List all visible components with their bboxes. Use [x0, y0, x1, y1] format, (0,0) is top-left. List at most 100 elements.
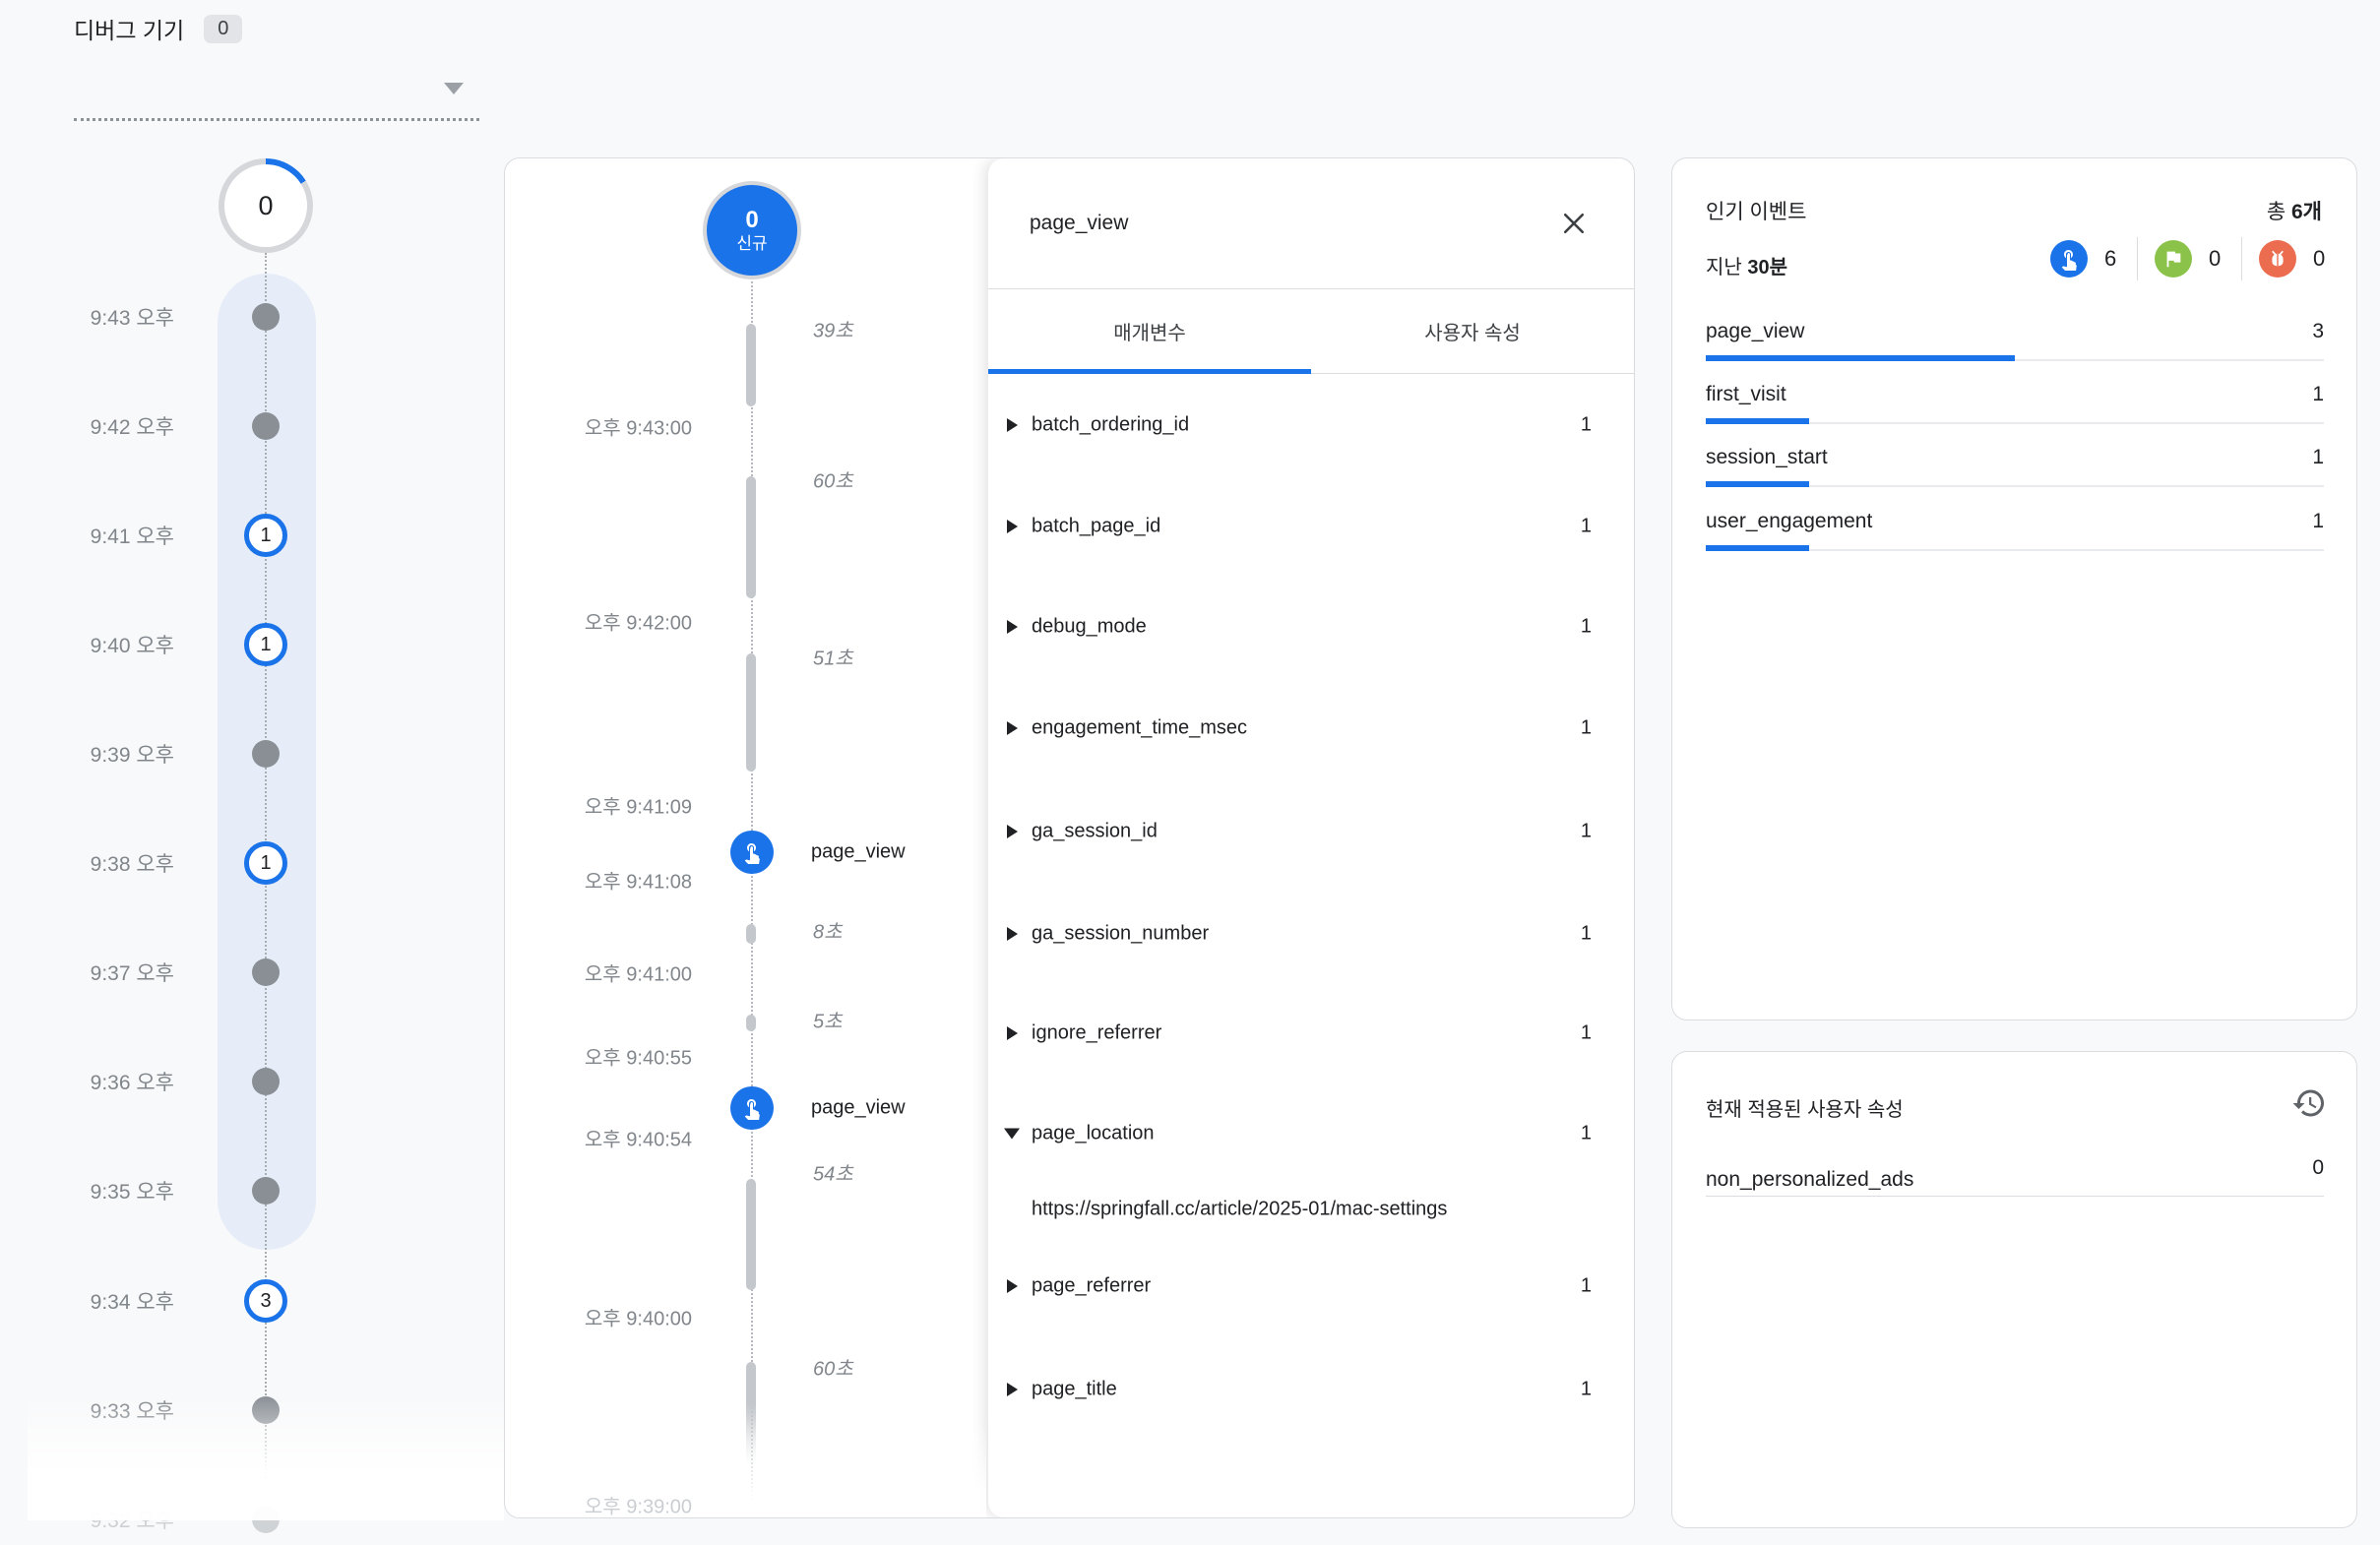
device-select[interactable] — [74, 47, 479, 121]
timeline-event-count-badge[interactable]: 1 — [244, 841, 287, 885]
stream-timestamp: 오후 9:41:00 — [505, 958, 692, 987]
new-events-count: 0 — [745, 207, 758, 234]
timeline-dot[interactable] — [252, 412, 280, 440]
touch-icon[interactable] — [730, 831, 774, 874]
event-type-counters: 6 0 0 — [2050, 237, 2329, 280]
stream-event-name[interactable]: page_view — [811, 841, 906, 864]
stream-timestamp: 오후 9:42:00 — [505, 607, 692, 636]
engagement-duration: 60초 — [813, 1353, 853, 1382]
ga-debugview-page: 디버그 기기 0 0 9:43 오후9:42 오후9:41 오후19:40 오후… — [0, 0, 2380, 1545]
triangle-down-icon[interactable] — [1004, 1129, 1020, 1140]
counter-value: 6 — [2104, 246, 2120, 272]
history-icon[interactable] — [2291, 1085, 2327, 1121]
counter-value: 0 — [2209, 246, 2224, 272]
activity-segment — [746, 1015, 756, 1031]
triangle-right-icon[interactable] — [1007, 1026, 1018, 1040]
event-detail-panel: page_view 매개변수 사용자 속성 batch_ordering_id1… — [988, 158, 1634, 1517]
stream-timestamp: 오후 9:41:09 — [505, 791, 692, 820]
debug-devices-header: 디버그 기기 0 — [74, 12, 242, 45]
top-event-name: user_engagement — [1706, 510, 1872, 533]
top-event-count: 1 — [2312, 510, 2324, 533]
timeline-event-count-badge[interactable]: 1 — [244, 623, 287, 666]
timeline-dot[interactable] — [252, 1068, 280, 1095]
stream-event-name[interactable]: page_view — [811, 1097, 906, 1120]
triangle-right-icon[interactable] — [1007, 620, 1018, 634]
timeline-row-time: 9:35 오후 — [54, 1176, 174, 1205]
new-events-badge: 0 신규 — [707, 185, 797, 276]
triangle-right-icon[interactable] — [1007, 1383, 1018, 1396]
timeline-row-time: 9:41 오후 — [54, 521, 174, 550]
user-properties-card: 현재 적용된 사용자 속성 non_personalized_ads0 — [1671, 1051, 2357, 1528]
flag-icon[interactable] — [2155, 240, 2192, 278]
parameter-name: batch_page_id — [1032, 516, 1160, 538]
counter-divider — [2137, 237, 2138, 280]
total-prefix: 총 — [2267, 201, 2291, 223]
tab-user-properties[interactable]: 사용자 속성 — [1311, 289, 1634, 373]
timeline-row-time: 9:39 오후 — [54, 739, 174, 769]
tab-parameters[interactable]: 매개변수 — [988, 289, 1311, 373]
time-window-label: 지난 30분 — [1706, 251, 1787, 279]
top-event-count: 1 — [2312, 446, 2324, 469]
counter-value: 0 — [2313, 246, 2329, 272]
debug-devices-count-badge: 0 — [204, 15, 242, 43]
triangle-right-icon[interactable] — [1007, 927, 1018, 941]
parameter-name: debug_mode — [1032, 616, 1147, 639]
touch-icon[interactable] — [2050, 240, 2088, 278]
parameter-detail-value: https://springfall.cc/article/2025-01/ma… — [1032, 1199, 1447, 1221]
stream-axis — [751, 275, 753, 1500]
timeline-dot[interactable] — [252, 1177, 280, 1205]
timeline-event-count-badge[interactable]: 1 — [244, 514, 287, 557]
minute-summary-count: 0 — [224, 164, 307, 247]
parameter-name: page_referrer — [1032, 1275, 1151, 1298]
triangle-right-icon[interactable] — [1007, 1279, 1018, 1293]
timeline-row-time: 9:37 오후 — [54, 958, 174, 987]
bar-fill — [1706, 545, 1809, 551]
stream-timestamp: 오후 9:41:08 — [505, 866, 692, 895]
event-detail-title: page_view — [1030, 212, 1128, 235]
event-detail-header: page_view — [988, 158, 1634, 289]
top-event-name: page_view — [1706, 320, 1804, 343]
total-count: 6개 — [2291, 201, 2322, 223]
top-event-count: 3 — [2312, 320, 2324, 343]
timeline-fade — [28, 1395, 504, 1520]
window-prefix: 지난 — [1706, 257, 1747, 278]
triangle-right-icon[interactable] — [1007, 520, 1018, 533]
parameter-value: 1 — [1581, 821, 1592, 843]
stream-timestamp: 오후 9:39:00 — [505, 1491, 692, 1519]
top-events-title: 인기 이벤트 — [1706, 196, 1806, 225]
tab-parameters-label: 매개변수 — [1113, 317, 1186, 345]
stream-timestamp: 오후 9:40:00 — [505, 1303, 692, 1331]
timeline-dot[interactable] — [252, 740, 280, 768]
parameter-name: engagement_time_msec — [1032, 717, 1247, 740]
triangle-right-icon[interactable] — [1007, 721, 1018, 735]
parameter-value: 1 — [1581, 414, 1592, 437]
counter-divider — [2241, 237, 2242, 280]
parameter-value: 1 — [1581, 516, 1592, 538]
stream-timestamp: 오후 9:40:54 — [505, 1124, 692, 1152]
touch-icon[interactable] — [730, 1086, 774, 1130]
timeline-event-count-badge[interactable]: 3 — [244, 1279, 287, 1323]
bar-fill — [1706, 355, 2015, 361]
parameter-list: batch_ordering_id1batch_page_id1debug_mo… — [988, 373, 1634, 1517]
engagement-duration: 54초 — [813, 1158, 853, 1187]
timeline-row-time: 9:40 오후 — [54, 630, 174, 659]
triangle-right-icon[interactable] — [1007, 418, 1018, 432]
top-events-total: 총 6개 — [2267, 196, 2322, 225]
top-event-name: first_visit — [1706, 383, 1786, 406]
top-event-bar — [1706, 481, 2324, 487]
triangle-right-icon[interactable] — [1007, 825, 1018, 838]
chevron-down-icon — [444, 83, 464, 94]
parameter-value: 1 — [1581, 1379, 1592, 1401]
activity-segment — [746, 476, 756, 598]
close-icon[interactable] — [1559, 209, 1589, 238]
bug-icon[interactable] — [2259, 240, 2296, 278]
timeline-dot[interactable] — [252, 958, 280, 986]
timeline-dot[interactable] — [252, 303, 280, 331]
parameter-value: 1 — [1581, 1022, 1592, 1045]
tab-user-properties-label: 사용자 속성 — [1424, 317, 1521, 345]
top-event-bar — [1706, 545, 2324, 551]
engagement-duration: 8초 — [813, 916, 843, 945]
parameter-value: 1 — [1581, 923, 1592, 946]
engagement-duration: 5초 — [813, 1006, 843, 1034]
timeline-row-time: 9:38 오후 — [54, 848, 174, 878]
